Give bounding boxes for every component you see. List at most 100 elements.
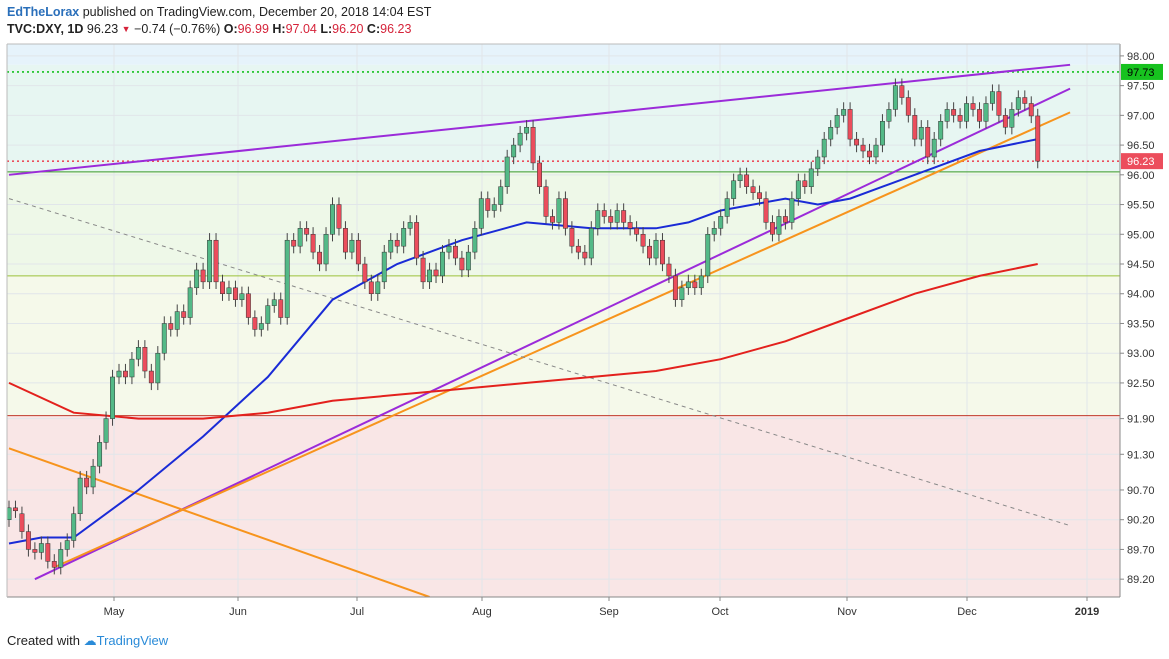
candle-down [245,293,251,318]
candle-down [627,222,633,229]
candle-down [925,126,931,158]
candle-up [407,222,413,229]
candle-up [271,299,277,306]
candle-up [71,513,77,541]
candle-up [504,156,510,187]
candle-down [867,150,872,158]
zone-band [7,44,1120,65]
x-tick-label: Nov [837,606,857,618]
candle-down [291,239,297,247]
candle-down [647,245,652,259]
candle-down [770,222,775,235]
candle-up [478,198,484,229]
candle-down [860,144,866,152]
candle-down [802,180,808,187]
tradingview-brand[interactable]: TradingView [97,633,169,648]
candle-up [498,186,504,205]
candle-down [782,216,788,223]
candle-up [918,126,924,140]
candle-down [200,269,206,283]
candle-down [951,109,957,116]
candle-up [284,239,290,318]
candle-up [194,269,200,289]
candle-down [660,239,665,265]
candle-up [375,281,381,294]
candle-down [168,323,174,330]
candle-up [653,239,659,259]
candle-up [116,370,122,378]
candle-down [847,109,853,140]
candle-up [187,287,193,318]
y-tick-label: 90.20 [1127,515,1155,527]
candle-up [226,287,232,294]
candle-up [724,198,730,217]
candle-down [763,198,769,223]
candle-down [899,85,905,98]
y-tick-label: 94.50 [1127,259,1155,271]
candle-down [355,239,361,265]
candle-down [569,228,575,247]
candle-up [828,126,834,140]
candle-down [1035,115,1041,162]
footer: Created with ☁TradingView [7,633,168,649]
candle-down [996,91,1002,116]
candle-down [575,245,581,253]
y-tick-label: 91.30 [1127,449,1155,461]
candle-up [207,239,213,283]
candle-up [239,293,245,300]
candle-down [905,97,911,116]
y-tick-label: 97.50 [1127,81,1155,93]
y-tick-label: 98.00 [1127,51,1155,63]
candle-down [452,245,458,259]
y-tick-label: 92.50 [1127,378,1155,390]
candle-up [873,144,879,158]
created-with-label: Created with [7,633,80,648]
candle-down [672,275,678,300]
y-tick-label: 89.20 [1127,574,1155,586]
candle-up [938,121,944,140]
y-tick-label: 95.00 [1127,229,1155,241]
candle-up [718,216,724,229]
candle-down [394,239,400,247]
candle-up [524,126,530,134]
candle-down [854,138,860,146]
x-tick-label: May [104,606,125,618]
candle-up [401,228,407,247]
candle-up [258,323,264,330]
candle-up [588,228,594,259]
candle-down [757,192,762,199]
candle-up [110,376,115,419]
candle-down [317,251,323,265]
candle-down [744,174,750,187]
price-chart[interactable]: 98.00 97.50 97.00 96.50 96.00 95.50 95.00 94.50… [0,0,1169,659]
y-tick-label: 93.00 [1127,348,1155,360]
candle-down [252,317,258,330]
candle-down [957,115,963,122]
candle-down [310,234,316,253]
candle-down [148,370,154,384]
x-tick-label: Aug [472,606,492,618]
candle-up [808,168,814,187]
candle-up [472,228,478,253]
candle-down [19,513,25,532]
x-tick-label: Dec [957,606,977,618]
candle-up [815,156,821,170]
candle-down [342,228,348,253]
x-tick-label: Sep [599,606,619,618]
tradingview-logo-icon[interactable]: ☁ [84,633,97,648]
price-label: 97.73 [1127,67,1155,79]
candle-up [964,103,970,122]
candle-up [931,138,937,158]
candle-down [1022,97,1028,104]
candle-up [834,115,840,128]
candle-down [537,162,542,187]
candle-up [731,180,737,199]
candle-down [459,257,465,271]
candle-up [892,85,898,110]
candle-up [556,198,562,223]
candle-down [420,257,426,283]
candle-down [220,281,225,294]
candle-down [485,198,491,211]
candle-down [530,126,536,164]
candle-down [362,263,368,283]
